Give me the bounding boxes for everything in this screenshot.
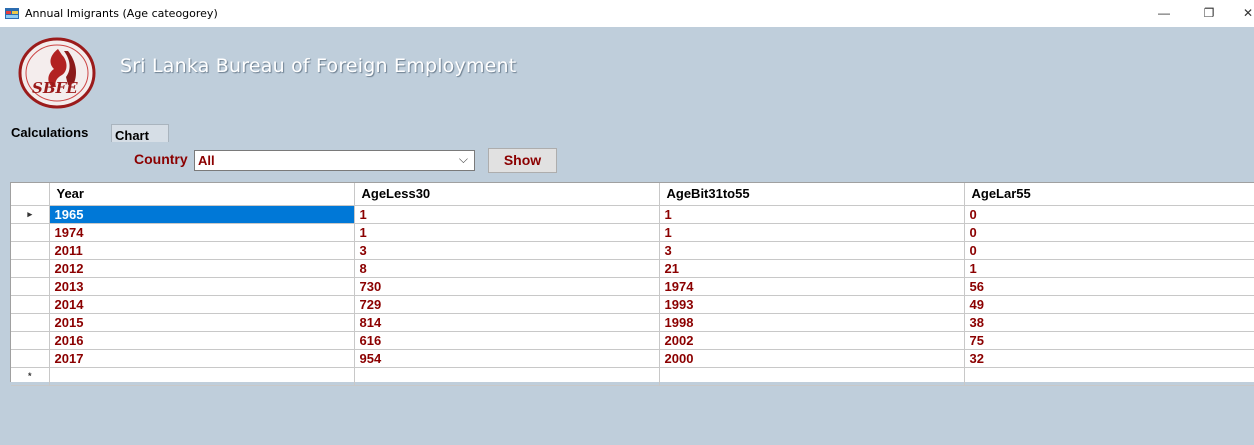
- column-header-agelar55[interactable]: AgeLar55: [964, 183, 1254, 206]
- app-icon: [5, 8, 19, 19]
- minimize-button[interactable]: —: [1152, 3, 1176, 23]
- show-button[interactable]: Show: [488, 148, 557, 173]
- table-cell-empty[interactable]: [659, 367, 965, 386]
- table-cell[interactable]: 32: [964, 349, 1254, 368]
- table-cell[interactable]: 954: [354, 349, 660, 368]
- table-cell[interactable]: 3: [659, 241, 965, 260]
- grid-header-row: Year AgeLess30 AgeBit31to55 AgeLar55: [11, 183, 1254, 206]
- table-cell[interactable]: 1: [964, 259, 1254, 278]
- current-row-indicator[interactable]: ▸: [11, 205, 50, 224]
- table-cell[interactable]: 2014: [49, 295, 355, 314]
- new-row[interactable]: *: [11, 367, 1254, 386]
- table-cell[interactable]: 814: [354, 313, 660, 332]
- table-cell[interactable]: 1993: [659, 295, 965, 314]
- table-cell[interactable]: 2013: [49, 277, 355, 296]
- table-row[interactable]: ▸ 1965 1 1 0: [11, 205, 1254, 224]
- logo-text: SBFE: [32, 79, 78, 97]
- table-cell[interactable]: 1: [659, 223, 965, 242]
- table-cell-empty[interactable]: [49, 367, 355, 386]
- row-header[interactable]: [11, 295, 50, 314]
- table-cell[interactable]: 0: [964, 223, 1254, 242]
- country-label: Country: [134, 151, 188, 167]
- organization-name: Sri Lanka Bureau of Foreign Employment: [120, 55, 517, 77]
- table-cell[interactable]: 616: [354, 331, 660, 350]
- tab-chart[interactable]: Chart: [111, 124, 169, 143]
- country-dropdown[interactable]: All ⌵: [194, 150, 475, 171]
- table-cell[interactable]: 2011: [49, 241, 355, 260]
- row-header[interactable]: [11, 223, 50, 242]
- table-cell[interactable]: 2012: [49, 259, 355, 278]
- sbfe-logo: SBFE: [18, 37, 96, 109]
- table-cell[interactable]: 1965: [49, 205, 355, 224]
- table-row[interactable]: 2014 729 1993 49: [11, 295, 1254, 314]
- table-cell[interactable]: 38: [964, 313, 1254, 332]
- title-bar: Annual Imigrants (Age cateogorey) — ❐ ✕: [0, 0, 1254, 27]
- table-cell[interactable]: 730: [354, 277, 660, 296]
- table-cell[interactable]: 21: [659, 259, 965, 278]
- table-cell[interactable]: 2016: [49, 331, 355, 350]
- row-header-corner[interactable]: [11, 183, 50, 206]
- row-header[interactable]: [11, 259, 50, 278]
- table-cell[interactable]: 729: [354, 295, 660, 314]
- row-header[interactable]: [11, 313, 50, 332]
- row-header[interactable]: [11, 277, 50, 296]
- table-cell[interactable]: 2017: [49, 349, 355, 368]
- table-row[interactable]: 2012 8 21 1: [11, 259, 1254, 278]
- table-cell[interactable]: 2015: [49, 313, 355, 332]
- table-cell[interactable]: 2000: [659, 349, 965, 368]
- chevron-down-icon[interactable]: ⌵: [459, 152, 468, 167]
- row-header[interactable]: [11, 349, 50, 368]
- table-row[interactable]: 2013 730 1974 56: [11, 277, 1254, 296]
- table-cell-empty[interactable]: [354, 367, 660, 386]
- table-cell[interactable]: 8: [354, 259, 660, 278]
- column-header-agebit31to55[interactable]: AgeBit31to55: [659, 183, 965, 206]
- table-cell[interactable]: 49: [964, 295, 1254, 314]
- country-selected-value: All: [198, 153, 215, 168]
- table-cell[interactable]: 1998: [659, 313, 965, 332]
- table-row[interactable]: 2016 616 2002 75: [11, 331, 1254, 350]
- table-cell[interactable]: 3: [354, 241, 660, 260]
- row-header[interactable]: [11, 241, 50, 260]
- column-header-ageless30[interactable]: AgeLess30: [354, 183, 660, 206]
- table-cell[interactable]: 0: [964, 241, 1254, 260]
- row-header[interactable]: [11, 331, 50, 350]
- table-cell[interactable]: 1: [354, 223, 660, 242]
- table-row[interactable]: 2011 3 3 0: [11, 241, 1254, 260]
- table-cell[interactable]: 1974: [659, 277, 965, 296]
- tab-calculations[interactable]: Calculations: [8, 122, 110, 142]
- table-cell-empty[interactable]: [964, 367, 1254, 386]
- restore-button[interactable]: ❐: [1197, 3, 1221, 23]
- table-cell[interactable]: 1: [659, 205, 965, 224]
- table-cell[interactable]: 56: [964, 277, 1254, 296]
- table-row[interactable]: 2015 814 1998 38: [11, 313, 1254, 332]
- window-title: Annual Imigrants (Age cateogorey): [25, 7, 218, 20]
- new-row-indicator[interactable]: *: [11, 367, 50, 386]
- table-row[interactable]: 2017 954 2000 32: [11, 349, 1254, 368]
- data-grid[interactable]: Year AgeLess30 AgeBit31to55 AgeLar55 ▸ 19…: [10, 182, 1254, 386]
- table-cell[interactable]: 1: [354, 205, 660, 224]
- table-cell[interactable]: 75: [964, 331, 1254, 350]
- column-header-year[interactable]: Year: [49, 183, 355, 206]
- table-cell[interactable]: 1974: [49, 223, 355, 242]
- close-button[interactable]: ✕: [1236, 3, 1254, 23]
- table-row[interactable]: 1974 1 1 0: [11, 223, 1254, 242]
- table-cell[interactable]: 0: [964, 205, 1254, 224]
- table-cell[interactable]: 2002: [659, 331, 965, 350]
